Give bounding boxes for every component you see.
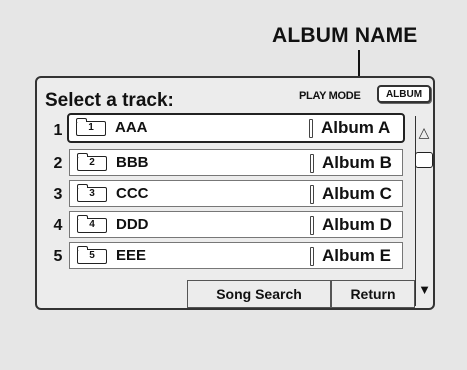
- track-number: 3: [53, 186, 63, 203]
- track-row-5[interactable]: 5 5 EEE Album E: [37, 242, 415, 272]
- page-title: Select a track:: [45, 90, 174, 111]
- track-number: 1: [53, 122, 63, 139]
- track-cell[interactable]: 2 BBB Album B: [69, 149, 403, 176]
- folder-icon: 4: [76, 215, 107, 233]
- column-separator: [309, 119, 313, 138]
- album-name: Album D: [322, 215, 392, 234]
- track-number: 4: [53, 217, 63, 234]
- album-name-callout: ALBUM NAME: [272, 24, 418, 47]
- scrollbar-thumb[interactable]: [415, 152, 433, 168]
- track-name: EEE: [116, 247, 147, 264]
- column-separator: [310, 154, 314, 173]
- album-name: Album E: [322, 246, 391, 265]
- track-number: 5: [53, 248, 63, 265]
- track-cell[interactable]: 5 EEE Album E: [69, 242, 403, 269]
- track-number: 2: [53, 155, 63, 172]
- folder-icon: 3: [76, 184, 107, 202]
- folder-icon: 2: [76, 153, 107, 171]
- track-row-2[interactable]: 2 2 BBB Album B: [37, 149, 415, 179]
- column-separator: [310, 185, 314, 204]
- triangle-up-icon[interactable]: △: [415, 116, 433, 148]
- scrollbar[interactable]: △ ▼: [415, 116, 433, 306]
- column-separator: [310, 247, 314, 266]
- track-name: AAA: [115, 119, 148, 136]
- track-row-1[interactable]: 1 1 AAA Album A: [37, 113, 415, 146]
- folder-icon: 1: [75, 118, 106, 136]
- track-cell[interactable]: 1 AAA Album A: [67, 113, 405, 143]
- song-search-button[interactable]: Song Search: [187, 280, 331, 308]
- track-cell[interactable]: 4 DDD Album D: [69, 211, 403, 238]
- track-name: BBB: [116, 154, 149, 171]
- album-button[interactable]: ALBUM: [377, 85, 431, 103]
- bottom-bar: Song Search Return: [187, 280, 415, 308]
- play-mode-label: PLAY MODE: [299, 90, 361, 102]
- album-name: Album B: [322, 153, 392, 172]
- track-name: DDD: [116, 216, 149, 233]
- track-cell[interactable]: 3 CCC Album C: [69, 180, 403, 207]
- return-button[interactable]: Return: [331, 280, 415, 308]
- track-name: CCC: [116, 185, 149, 202]
- column-separator: [310, 216, 314, 235]
- track-row-3[interactable]: 3 3 CCC Album C: [37, 180, 415, 210]
- album-name: Album A: [321, 118, 391, 137]
- track-select-screen: Select a track: PLAY MODE ALBUM 1 1 AAA …: [35, 76, 435, 310]
- triangle-down-icon[interactable]: ▼: [415, 274, 433, 306]
- track-row-4[interactable]: 4 4 DDD Album D: [37, 211, 415, 241]
- folder-icon: 5: [76, 246, 107, 264]
- album-name: Album C: [322, 184, 392, 203]
